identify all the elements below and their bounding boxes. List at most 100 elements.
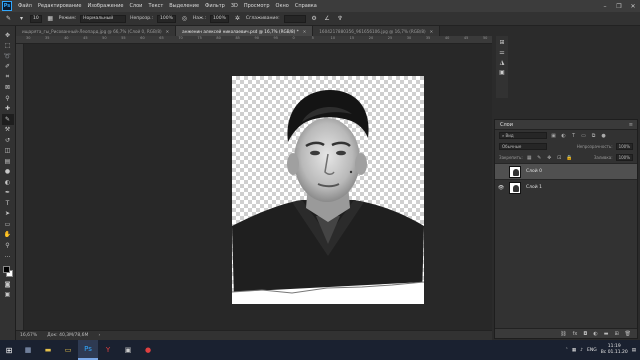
gear-icon[interactable]: ⚙ xyxy=(310,14,319,23)
layers-panel-title[interactable]: Слои xyxy=(500,122,513,128)
lock-artboard-icon[interactable]: ⊡ xyxy=(556,155,563,161)
crop-tool-icon[interactable]: ⌗ xyxy=(2,72,14,83)
lock-position-icon[interactable]: ✥ xyxy=(546,155,553,161)
color-swatches[interactable] xyxy=(2,265,14,279)
record-icon[interactable]: ● xyxy=(138,340,158,360)
app-icon[interactable]: ▣ xyxy=(118,340,138,360)
adjustment-filter-icon[interactable]: ◐ xyxy=(560,133,567,139)
gradient-tool-icon[interactable]: ▤ xyxy=(2,156,14,167)
eraser-tool-icon[interactable]: ◫ xyxy=(2,146,14,157)
clone-stamp-tool-icon[interactable]: ⚒ xyxy=(2,125,14,136)
close-icon[interactable]: ✕ xyxy=(626,0,640,12)
flow-field[interactable]: 100% xyxy=(210,14,229,23)
horizontal-ruler[interactable]: 30 35 40 45 50 55 60 65 70 75 80 85 90 95 0 5 10 15 20 25 30… xyxy=(16,36,492,44)
lock-all-icon[interactable]: 🔒 xyxy=(566,155,573,161)
zoom-level[interactable]: 16,67% xyxy=(20,333,37,338)
menu-help[interactable]: Справка xyxy=(292,3,320,9)
opacity-field[interactable]: 100% xyxy=(157,14,176,23)
menu-file[interactable]: Файл xyxy=(15,3,35,9)
menu-edit[interactable]: Редактирование xyxy=(35,3,85,9)
close-icon[interactable]: ✕ xyxy=(166,29,170,34)
shape-filter-icon[interactable]: ▭ xyxy=(580,133,587,139)
move-tool-icon[interactable]: ✥ xyxy=(2,30,14,41)
canvas-area[interactable] xyxy=(24,44,492,330)
type-filter-icon[interactable]: T xyxy=(570,133,577,139)
hand-tool-icon[interactable]: ✋ xyxy=(2,230,14,241)
shape-tool-icon[interactable]: ▭ xyxy=(2,219,14,230)
history-icon[interactable]: ⊞ xyxy=(499,39,504,46)
trash-icon[interactable]: 🗑 xyxy=(625,331,631,337)
pixel-filter-icon[interactable]: ▣ xyxy=(550,133,557,139)
lasso-tool-icon[interactable]: ➰ xyxy=(2,51,14,62)
clock[interactable]: 11:19 Вс 01.11.20 xyxy=(601,344,628,356)
airbrush-icon[interactable]: ✲ xyxy=(233,14,242,23)
lock-transparency-icon[interactable]: ▦ xyxy=(526,155,533,161)
adjustments-icon[interactable]: ◮ xyxy=(500,59,505,66)
close-icon[interactable]: ✕ xyxy=(303,29,307,34)
layer-opacity-field[interactable]: 100% xyxy=(615,143,633,150)
language-indicator[interactable]: ENG xyxy=(587,348,597,353)
yandex-browser-icon[interactable]: Y xyxy=(98,340,118,360)
minimize-icon[interactable]: – xyxy=(598,0,612,12)
tab-document-3[interactable]: 1604217880356_961656106.jpg @ 16,7% (RGB… xyxy=(313,26,441,36)
explorer-folder-icon[interactable]: ▬ xyxy=(38,340,58,360)
document-canvas[interactable] xyxy=(232,76,424,304)
brush-tool-icon[interactable]: ✎ xyxy=(4,14,13,23)
symmetry-icon[interactable]: ♆ xyxy=(336,14,345,23)
network-icon[interactable]: ▦ xyxy=(572,348,576,353)
notifications-icon[interactable]: ▤ xyxy=(632,348,636,353)
chevron-down-icon[interactable]: ▾ xyxy=(17,14,26,23)
frame-tool-icon[interactable]: ⊠ xyxy=(2,83,14,94)
properties-icon[interactable]: ⚌ xyxy=(499,49,504,56)
quick-mask-icon[interactable]: ◙ xyxy=(2,279,14,290)
zoom-tool-icon[interactable]: ⚲ xyxy=(2,240,14,251)
menu-window[interactable]: Окно xyxy=(273,3,292,9)
eye-icon[interactable]: 👁 xyxy=(495,185,507,191)
quick-select-tool-icon[interactable]: ✐ xyxy=(2,62,14,73)
chevron-right-icon[interactable]: › xyxy=(98,333,100,338)
healing-tool-icon[interactable]: ✚ xyxy=(2,104,14,115)
link-layers-icon[interactable]: ⛓ xyxy=(560,331,566,337)
brush-tool-icon[interactable]: ✎ xyxy=(1,114,14,125)
tab-document-1[interactable]: ищарята_гы_Рисованный-Леопард.jpg @ 66,7… xyxy=(16,26,177,36)
layer-row-0[interactable]: Слой 0 xyxy=(495,163,637,179)
blur-tool-icon[interactable]: ● xyxy=(2,167,14,178)
close-icon[interactable]: ✕ xyxy=(430,29,434,34)
foreground-color-swatch[interactable] xyxy=(2,266,10,273)
maximize-icon[interactable]: ❐ xyxy=(612,0,626,12)
history-brush-tool-icon[interactable]: ↺ xyxy=(2,135,14,146)
menu-filter[interactable]: Фильтр xyxy=(202,3,228,9)
folder-icon[interactable]: ▭ xyxy=(58,340,78,360)
calculator-icon[interactable]: ▦ xyxy=(18,340,38,360)
menu-image[interactable]: Изображение xyxy=(84,3,126,9)
menu-view[interactable]: Просмотр xyxy=(241,3,273,9)
mode-select[interactable]: Нормальный xyxy=(80,14,127,23)
smart-object-filter-icon[interactable]: ⧉ xyxy=(590,133,597,139)
more-tools-icon[interactable]: … xyxy=(2,251,14,262)
menu-3d[interactable]: 3D xyxy=(228,3,241,9)
photoshop-logo[interactable]: Ps xyxy=(2,1,12,11)
menu-type[interactable]: Текст xyxy=(145,3,166,9)
chevron-up-icon[interactable]: ˄ xyxy=(566,348,568,353)
layer-name[interactable]: Слой 0 xyxy=(526,169,542,174)
new-layer-icon[interactable]: ⊞ xyxy=(614,331,618,337)
eyedropper-tool-icon[interactable]: ⚲ xyxy=(2,93,14,104)
new-group-icon[interactable]: ▬ xyxy=(604,331,609,337)
menu-layers[interactable]: Слои xyxy=(126,3,145,9)
filter-toggle-icon[interactable]: ● xyxy=(600,133,607,139)
smoothing-field[interactable] xyxy=(283,14,306,23)
marquee-tool-icon[interactable]: ⬚ xyxy=(2,41,14,52)
lock-pixels-icon[interactable]: ✎ xyxy=(536,155,543,161)
add-mask-icon[interactable]: ◘ xyxy=(583,331,587,337)
layer-name[interactable]: Слой 1 xyxy=(526,185,542,190)
path-select-tool-icon[interactable]: ➤ xyxy=(2,209,14,220)
screen-mode-icon[interactable]: ▣ xyxy=(2,290,14,301)
windows-start-icon[interactable]: ⊞ xyxy=(0,340,18,360)
character-icon[interactable]: ▣ xyxy=(499,69,505,76)
fill-field[interactable]: 100% xyxy=(615,154,633,161)
layer-filter-select[interactable]: ⌕ Вид xyxy=(499,132,547,139)
brush-settings-icon[interactable]: ▦ xyxy=(46,14,55,23)
angle-icon[interactable]: ∠ xyxy=(323,14,332,23)
layer-style-icon[interactable]: fx xyxy=(573,331,578,337)
layer-row-1[interactable]: 👁 Слой 1 xyxy=(495,179,637,195)
